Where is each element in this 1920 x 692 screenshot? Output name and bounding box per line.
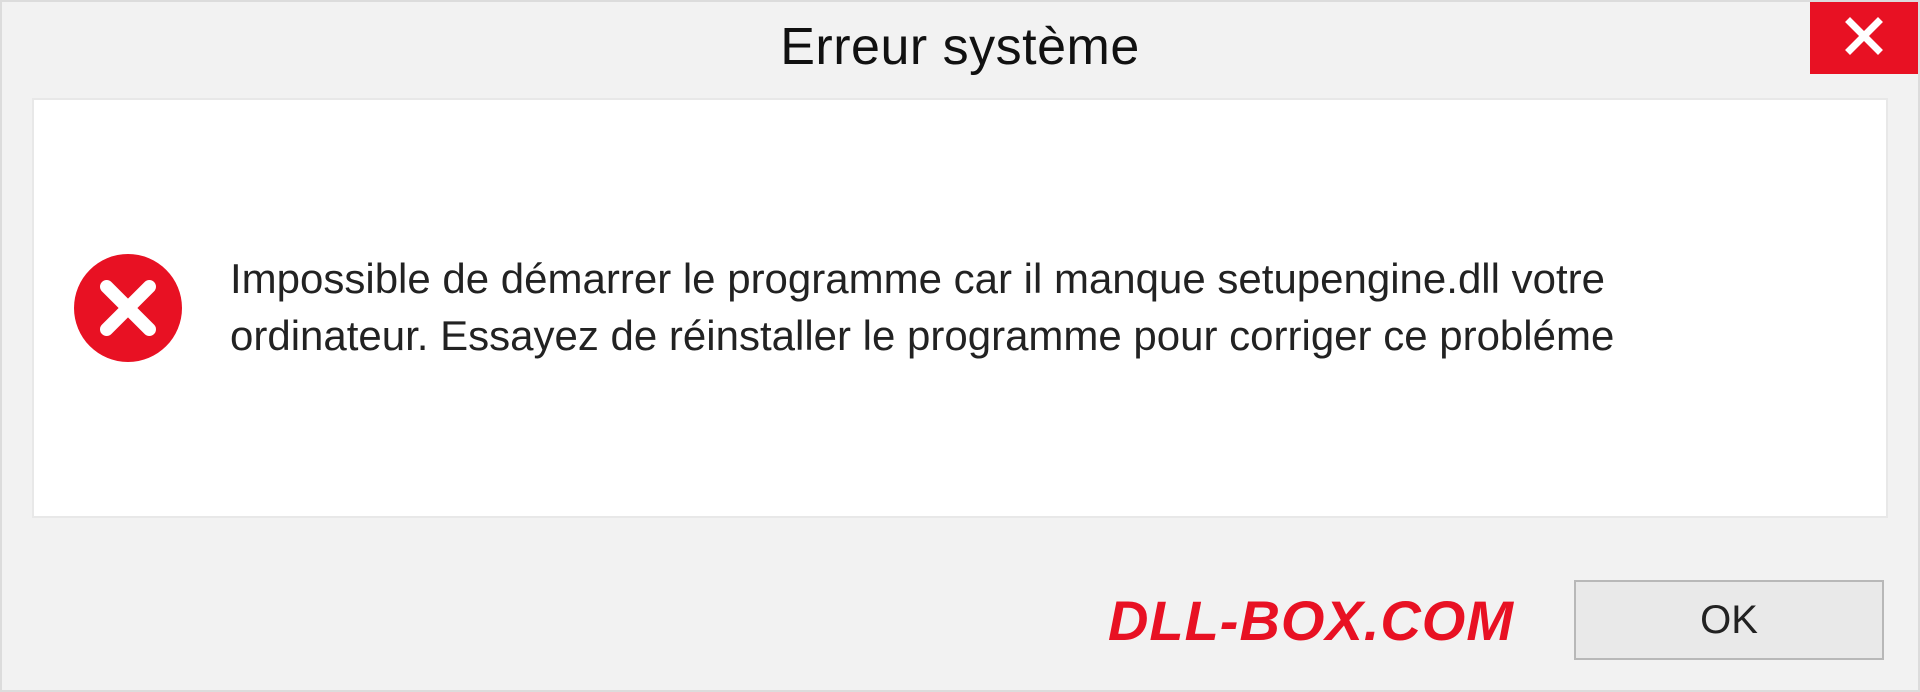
error-dialog: Erreur système Impossible de démarrer le… (0, 0, 1920, 692)
ok-button[interactable]: OK (1574, 580, 1884, 660)
error-message: Impossible de démarrer le programme car … (230, 251, 1780, 364)
close-button[interactable] (1810, 2, 1918, 74)
titlebar: Erreur système (2, 2, 1918, 92)
dialog-footer: DLL-BOX.COM OK (2, 550, 1918, 690)
close-icon (1843, 15, 1885, 62)
error-icon (74, 254, 182, 362)
dialog-title: Erreur système (780, 17, 1140, 77)
content-panel: Impossible de démarrer le programme car … (32, 98, 1888, 518)
watermark-text: DLL-BOX.COM (1108, 588, 1514, 653)
